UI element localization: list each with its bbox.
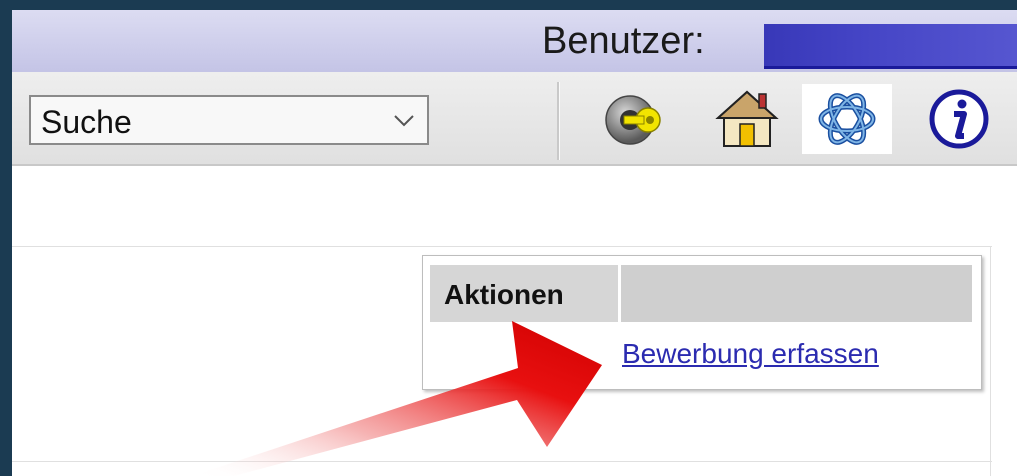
search-select[interactable]: Suche	[29, 95, 429, 145]
actions-header-label: Aktionen	[444, 279, 564, 310]
login-key-icon[interactable]	[600, 84, 670, 154]
actions-panel: Aktionen Bewerbung erfassen	[422, 255, 982, 390]
content-panel-border	[12, 246, 992, 247]
bewerbung-erfassen-link[interactable]: Bewerbung erfassen	[622, 338, 879, 370]
toolbar: Suche	[12, 72, 1017, 166]
logo-knot-icon[interactable]	[802, 84, 892, 154]
toolbar-separator	[557, 82, 560, 160]
home-icon[interactable]	[712, 84, 782, 154]
user-name-redacted[interactable]	[764, 24, 1017, 69]
actions-header: Aktionen	[430, 265, 618, 322]
app-frame: Benutzer: Suche Aktionen Bewerbung erfas…	[12, 10, 1017, 476]
search-select-value: Suche	[41, 104, 132, 140]
actions-header-empty	[621, 265, 972, 322]
user-label: Benutzer:	[542, 20, 705, 62]
content-panel-border	[990, 246, 991, 476]
user-bar: Benutzer:	[12, 10, 1017, 72]
chevron-down-icon	[394, 115, 414, 127]
content-panel-border	[12, 461, 992, 462]
info-icon[interactable]	[924, 84, 994, 154]
